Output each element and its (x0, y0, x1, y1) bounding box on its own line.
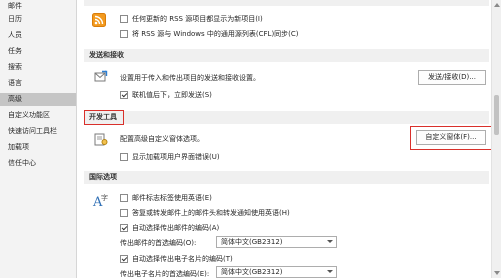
checkbox-box[interactable] (120, 14, 128, 23)
sidebar-item-label: 邮件 (8, 2, 22, 10)
rss-show-updated-new-checkbox[interactable]: 任何更新的 RSS 源项目都显示为新项目(I) (120, 13, 263, 24)
svg-text:字: 字 (101, 193, 108, 202)
auto-select-vcard-encoding-checkbox[interactable]: 自动选择传出电子名片的编码(T) (120, 253, 233, 264)
show-addin-errors-checkbox[interactable]: 显示加载项用户界面错误(U) (120, 151, 220, 162)
sidebar-item-advanced[interactable]: 高级 (0, 93, 76, 106)
checkbox-label: 联机值后下，立即发送(S) (132, 90, 212, 99)
section-title: 发送和接收 (89, 51, 124, 59)
checkbox-box[interactable] (120, 223, 128, 232)
sidebar-item-language[interactable]: 语言 (0, 77, 76, 90)
sidebar-item-label: 自定义功能区 (8, 111, 50, 119)
send-receive-section-header: 发送和接收 (84, 49, 489, 62)
checkbox-box[interactable] (120, 29, 128, 38)
checkbox-box[interactable] (120, 254, 128, 263)
custom-forms-button[interactable]: 自定义窗体(F)... (416, 130, 486, 145)
sidebar-item-label: 加载项 (8, 143, 29, 151)
vcard-encoding-select[interactable]: 简体中文(GB2312) (216, 266, 337, 278)
rss-section-header (84, 0, 489, 6)
sidebar-item-tasks[interactable]: 任务 (0, 45, 76, 58)
checkbox-box[interactable] (120, 208, 128, 217)
sidebar-item-label: 搜索 (8, 63, 22, 71)
sidebar-item-addins[interactable]: 加载项 (0, 141, 76, 154)
advanced-options-panel: 任何更新的 RSS 源项目都显示为新项目(I) 将 RSS 源与 Windows… (78, 0, 491, 278)
developer-header-highlight (84, 110, 124, 125)
sidebar-item-people[interactable]: 人员 (0, 29, 76, 42)
send-receive-button[interactable]: 发送/接收(D)... (418, 70, 486, 85)
sidebar-item-label: 人员 (8, 31, 22, 39)
sidebar-item-trust-center[interactable]: 信任中心 (0, 157, 76, 170)
chevron-down-icon (327, 240, 333, 243)
sidebar-item-customize-ribbon[interactable]: 自定义功能区 (0, 109, 76, 122)
outgoing-encoding-label: 传出邮件的首选编码(O): (120, 239, 197, 247)
international-language-icon: A 字 (92, 193, 108, 209)
checkbox-box[interactable] (120, 152, 128, 161)
vcard-encoding-label: 传出电子名片的首选编码(E): (120, 270, 210, 278)
international-section-header: 国际选项 (84, 171, 489, 184)
options-sidebar: 邮件 日历 人员 任务 搜索 语言 高级 自定义功能区 快速访问工具栏 加载项 … (0, 0, 77, 278)
scroll-down-icon[interactable] (494, 271, 500, 275)
send-receive-description: 设置用于传入和传出项目的发送和接收设置。 (120, 74, 260, 82)
select-value: 简体中文(GB2312) (221, 238, 283, 246)
checkbox-label: 显示加载项用户界面错误(U) (132, 152, 220, 161)
checkbox-box[interactable] (120, 193, 128, 202)
sidebar-item-label: 高级 (8, 95, 22, 103)
send-immediately-checkbox[interactable]: 联机值后下，立即发送(S) (120, 89, 212, 100)
sidebar-item-label: 任务 (8, 47, 22, 55)
checkbox-label: 任何更新的 RSS 源项目都显示为新项目(I) (132, 14, 263, 23)
auto-select-encoding-checkbox[interactable]: 自动选择传出邮件的编码(A) (120, 222, 219, 233)
developer-description: 配置高级自定义窗体选项。 (120, 135, 204, 143)
custom-forms-icon (94, 133, 108, 146)
developer-section-header: 开发工具 (84, 111, 489, 124)
rss-feed-icon (92, 13, 106, 27)
checkbox-label: 答复或转发邮件上的邮件头和转发通知使用英语(H) (132, 208, 290, 217)
chevron-down-icon (327, 270, 333, 273)
outgoing-encoding-select[interactable]: 简体中文(GB2312) (216, 236, 337, 248)
select-value: 简体中文(GB2312) (221, 268, 283, 276)
sidebar-item-search[interactable]: 搜索 (0, 61, 76, 74)
checkbox-label: 自动选择传出电子名片的编码(T) (132, 254, 233, 263)
sidebar-item-label: 快速访问工具栏 (8, 127, 57, 135)
scroll-thumb[interactable] (494, 95, 499, 135)
english-flag-labels-checkbox[interactable]: 邮件标志标签使用英语(E) (120, 192, 212, 203)
vertical-scrollbar[interactable] (491, 0, 501, 278)
rss-sync-cfl-checkbox[interactable]: 将 RSS 源与 Windows 中的通用源列表(CFL)同步(C) (120, 28, 299, 39)
sidebar-item-label: 信任中心 (8, 159, 36, 167)
sidebar-item-calendar[interactable]: 日历 (0, 13, 76, 26)
checkbox-label: 邮件标志标签使用英语(E) (132, 193, 212, 202)
sidebar-item-quick-access[interactable]: 快速访问工具栏 (0, 125, 76, 138)
checkbox-label: 自动选择传出邮件的编码(A) (132, 223, 220, 232)
checkbox-label: 将 RSS 源与 Windows 中的通用源列表(CFL)同步(C) (132, 29, 299, 38)
sidebar-item-label: 语言 (8, 79, 22, 87)
checkbox-box[interactable] (120, 90, 128, 99)
sidebar-item-mail[interactable]: 邮件 (0, 0, 76, 13)
sidebar-item-label: 日历 (8, 15, 22, 23)
scroll-up-icon[interactable] (494, 3, 500, 7)
send-receive-icon (94, 70, 108, 82)
english-reply-headers-checkbox[interactable]: 答复或转发邮件上的邮件头和转发通知使用英语(H) (120, 207, 290, 218)
section-title: 国际选项 (89, 173, 117, 181)
